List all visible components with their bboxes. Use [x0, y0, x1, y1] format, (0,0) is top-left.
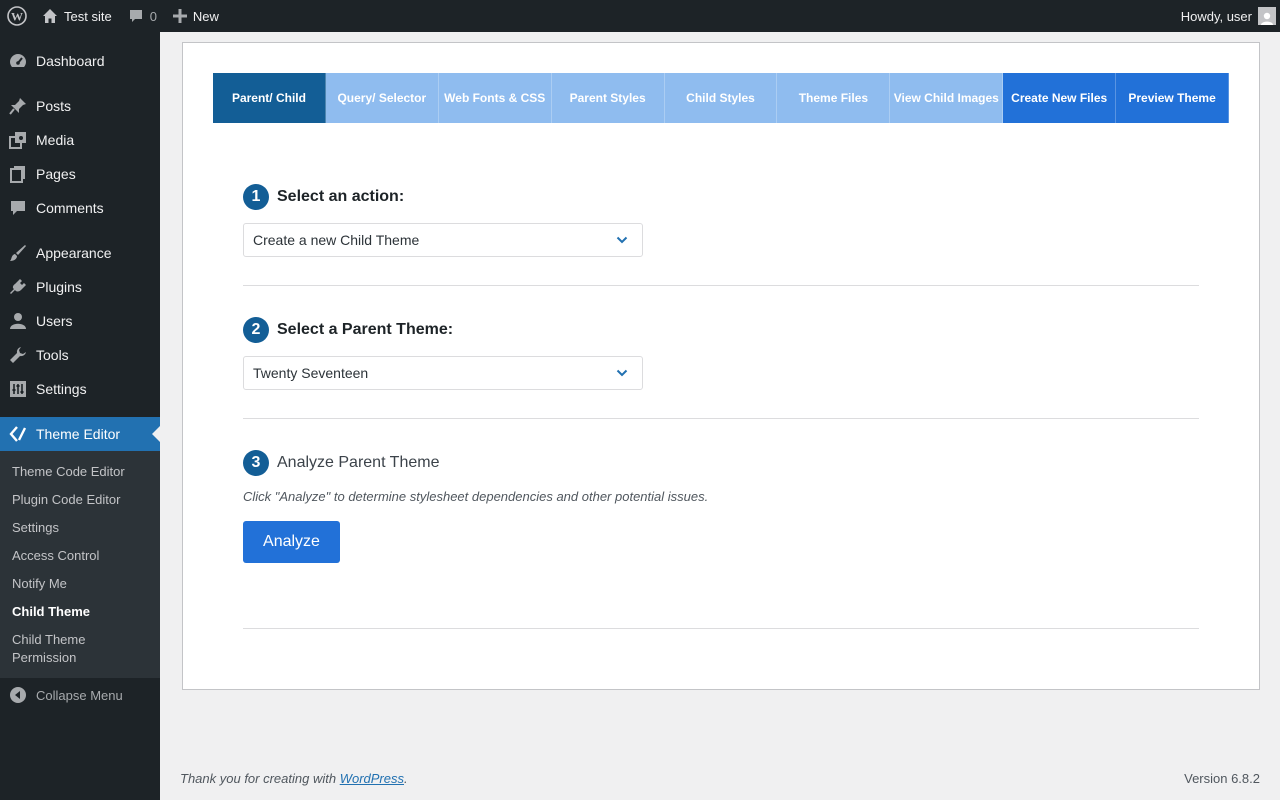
comments-link[interactable]: 0 — [120, 0, 165, 32]
tab-view-child-images[interactable]: View Child Images — [890, 73, 1004, 123]
sidebar-item-label: Settings — [36, 381, 87, 397]
wrench-icon — [0, 338, 36, 372]
sidebar-item-pages[interactable]: Pages — [0, 157, 160, 191]
footer-prefix: Thank you for creating with — [180, 771, 340, 786]
home-icon — [43, 9, 57, 23]
sidebar-item-dashboard[interactable]: Dashboard — [0, 44, 160, 78]
plus-icon — [172, 9, 187, 23]
pushpin-icon — [0, 89, 36, 123]
footer-suffix: . — [404, 771, 408, 786]
collapse-icon — [0, 686, 36, 704]
theme-editor-icon — [0, 417, 36, 451]
sidebar-item-label: Dashboard — [36, 53, 105, 69]
sidebar-item-plugins[interactable]: Plugins — [0, 270, 160, 304]
svg-text:W: W — [11, 10, 23, 24]
action-select-value: Create a new Child Theme — [253, 232, 420, 248]
tab-theme-files[interactable]: Theme Files — [777, 73, 891, 123]
new-content-link[interactable]: New — [165, 0, 227, 32]
submenu-item-plugin-code-editor[interactable]: Plugin Code Editor — [0, 486, 160, 514]
sidebar-item-theme-editor[interactable]: Theme Editor — [0, 417, 160, 451]
footer-version: Version 6.8.2 — [1184, 771, 1260, 786]
step-analyze-parent-theme: 3 Analyze Parent Theme Click "Analyze" t… — [243, 450, 708, 563]
sidebar-item-tools[interactable]: Tools — [0, 338, 160, 372]
sidebar-item-label: Tools — [36, 347, 69, 363]
step-select-parent-theme: 2 Select a Parent Theme: Twenty Seventee… — [243, 317, 643, 390]
parent-theme-select[interactable]: Twenty Seventeen — [243, 356, 643, 390]
sidebar-item-comments[interactable]: Comments — [0, 191, 160, 225]
submenu-item-access-control[interactable]: Access Control — [0, 542, 160, 570]
wordpress-logo-icon[interactable]: W — [0, 0, 34, 32]
admin-sidebar: Dashboard Posts Media Pages Comments App… — [0, 32, 160, 800]
media-icon — [0, 123, 36, 157]
sidebar-item-appearance[interactable]: Appearance — [0, 236, 160, 270]
tab-parent-child[interactable]: Parent/ Child — [213, 73, 326, 123]
analyze-hint: Click "Analyze" to determine stylesheet … — [243, 489, 709, 504]
parent-theme-select-value: Twenty Seventeen — [253, 365, 369, 381]
admin-bar: W Test site 0 New Howdy, user — [0, 0, 1280, 32]
plugin-icon — [0, 270, 36, 304]
collapse-menu-button[interactable]: Collapse Menu — [0, 678, 160, 712]
submenu-item-settings[interactable]: Settings — [0, 514, 160, 542]
submenu-item-theme-code-editor[interactable]: Theme Code Editor — [0, 458, 160, 486]
tab-web-fonts-css[interactable]: Web Fonts & CSS — [438, 73, 552, 123]
submenu-item-child-theme[interactable]: Child Theme — [0, 598, 160, 626]
sidebar-item-label: Comments — [36, 200, 104, 216]
tab-query-selector[interactable]: Query/ Selector — [325, 73, 439, 123]
settings-icon — [0, 372, 36, 406]
sidebar-item-label: Media — [36, 132, 75, 148]
site-name-link[interactable]: Test site — [34, 0, 120, 32]
step-number-badge: 2 — [243, 317, 269, 343]
submenu-item-child-theme-permission[interactable]: Child Theme Permission — [0, 626, 160, 672]
theme-editor-submenu: Theme Code Editor Plugin Code Editor Set… — [0, 451, 160, 678]
sidebar-item-label: Plugins — [36, 279, 82, 295]
sidebar-item-users[interactable]: Users — [0, 304, 160, 338]
paintbrush-icon — [0, 236, 36, 270]
user-icon — [0, 304, 36, 338]
comment-icon — [129, 10, 142, 22]
step-select-action: 1 Select an action: Create a new Child T… — [243, 184, 643, 257]
tab-parent-styles[interactable]: Parent Styles — [551, 73, 665, 123]
chevron-down-icon — [616, 236, 628, 244]
step-number-badge: 3 — [243, 450, 269, 476]
comments-count: 0 — [149, 8, 157, 24]
pages-icon — [0, 157, 36, 191]
step-number-badge: 1 — [243, 184, 269, 210]
action-select[interactable]: Create a new Child Theme — [243, 223, 643, 257]
sidebar-item-label: Pages — [36, 166, 76, 182]
tab-bar: Parent/ Child Query/ Selector Web Fonts … — [213, 73, 1230, 123]
sidebar-item-posts[interactable]: Posts — [0, 89, 160, 123]
sidebar-item-label: Posts — [36, 98, 72, 114]
child-theme-panel: Parent/ Child Query/ Selector Web Fonts … — [182, 42, 1260, 690]
sidebar-item-label: Users — [36, 313, 73, 329]
step-title: Select a Parent Theme: — [277, 321, 454, 338]
collapse-menu-label: Collapse Menu — [36, 687, 123, 703]
dashboard-icon — [0, 44, 36, 78]
sidebar-item-media[interactable]: Media — [0, 123, 160, 157]
comment-icon — [0, 191, 36, 225]
wordpress-link[interactable]: WordPress — [340, 771, 404, 786]
my-account-link[interactable]: Howdy, user — [1173, 0, 1280, 32]
step-title: Select an action: — [277, 188, 405, 205]
new-label: New — [192, 8, 219, 24]
submenu-item-notify-me[interactable]: Notify Me — [0, 570, 160, 598]
tab-create-new-files[interactable]: Create New Files — [1003, 73, 1117, 123]
sidebar-item-label: Appearance — [36, 245, 112, 261]
sidebar-item-label: Theme Editor — [36, 426, 121, 442]
analyze-button[interactable]: Analyze — [243, 521, 340, 563]
tab-child-styles[interactable]: Child Styles — [664, 73, 778, 123]
sidebar-item-settings[interactable]: Settings — [0, 372, 160, 406]
chevron-down-icon — [616, 369, 628, 377]
site-name: Test site — [64, 8, 112, 24]
footer-thankyou: Thank you for creating with WordPress. — [180, 771, 408, 786]
divider — [243, 418, 1199, 419]
avatar — [1258, 7, 1276, 25]
greeting: Howdy, user — [1180, 8, 1252, 24]
tab-preview-theme[interactable]: Preview Theme — [1116, 73, 1230, 123]
step-title: Analyze Parent Theme — [277, 454, 440, 471]
divider — [243, 628, 1199, 629]
divider — [243, 285, 1199, 286]
